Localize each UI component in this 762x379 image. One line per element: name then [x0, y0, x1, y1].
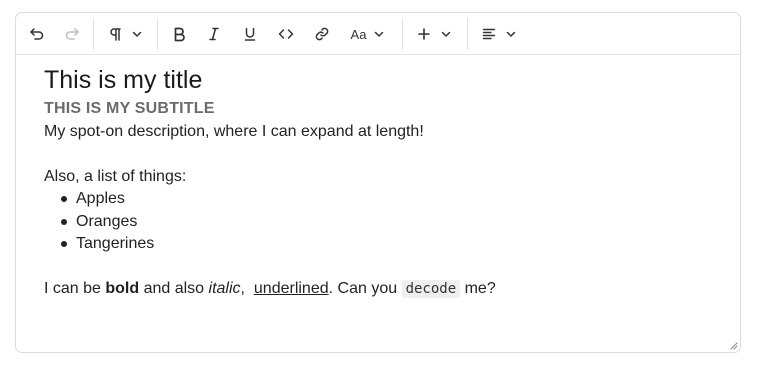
link-button[interactable]	[311, 22, 333, 46]
chevron-down-icon	[506, 31, 516, 37]
underline-icon	[244, 27, 256, 41]
bold-text: bold	[105, 280, 140, 297]
resize-handle-icon[interactable]	[730, 342, 738, 350]
undo-icon	[30, 28, 44, 40]
list-bullet	[61, 219, 67, 225]
list-bullet	[61, 241, 67, 247]
underline-button[interactable]	[239, 22, 261, 46]
paragraph-style-dropdown[interactable]	[104, 22, 146, 46]
list-item: Oranges	[76, 213, 138, 230]
italic-text: italic	[208, 280, 241, 297]
document-title: This is my title	[44, 66, 203, 94]
chevron-down-icon	[132, 31, 142, 37]
paragraph-icon	[110, 28, 121, 41]
plus-icon	[418, 28, 430, 40]
bold-icon	[174, 27, 185, 42]
link-icon	[315, 27, 329, 41]
text-run: I can be	[44, 280, 106, 297]
insert-dropdown[interactable]	[414, 22, 454, 46]
description-paragraph: My spot-on description, where I can expa…	[44, 123, 424, 140]
toolbar-separator	[467, 18, 468, 50]
text-run: me?	[460, 280, 496, 297]
font-size-label: Aa	[350, 26, 367, 42]
text-align-dropdown[interactable]	[479, 22, 519, 46]
document-subtitle: THIS IS MY SUBTITLE	[44, 100, 215, 117]
redo-button[interactable]	[61, 22, 83, 46]
italic-button[interactable]	[203, 22, 225, 46]
formatting-paragraph: I can be bold and also italic, underline…	[44, 279, 496, 299]
code-icon	[278, 29, 294, 39]
text-run: . Can you	[328, 280, 402, 297]
toolbar-separator	[402, 18, 403, 50]
italic-icon	[209, 27, 219, 41]
list-item: Apples	[76, 190, 125, 207]
list-bullet	[61, 196, 67, 202]
chevron-down-icon	[441, 31, 451, 37]
toolbar-separator	[157, 18, 158, 50]
toolbar-separator	[93, 18, 94, 50]
bold-button[interactable]	[168, 22, 190, 46]
list-intro-paragraph: Also, a list of things:	[44, 168, 187, 185]
rich-text-editor: Aa This is my title THIS IS MY SUBTITLE …	[15, 12, 741, 353]
align-left-icon	[482, 28, 496, 40]
chevron-down-icon	[375, 31, 384, 37]
list-item: Tangerines	[76, 235, 155, 252]
underlined-text: underlined	[253, 280, 329, 297]
redo-icon	[65, 28, 79, 40]
undo-button[interactable]	[26, 22, 48, 46]
inline-code: decode	[401, 280, 461, 298]
font-size-dropdown[interactable]: Aa	[346, 22, 390, 46]
editor-toolbar: Aa	[16, 13, 740, 55]
code-button[interactable]	[275, 22, 297, 46]
text-run: and also	[139, 280, 209, 297]
text-run: ,	[240, 280, 254, 297]
